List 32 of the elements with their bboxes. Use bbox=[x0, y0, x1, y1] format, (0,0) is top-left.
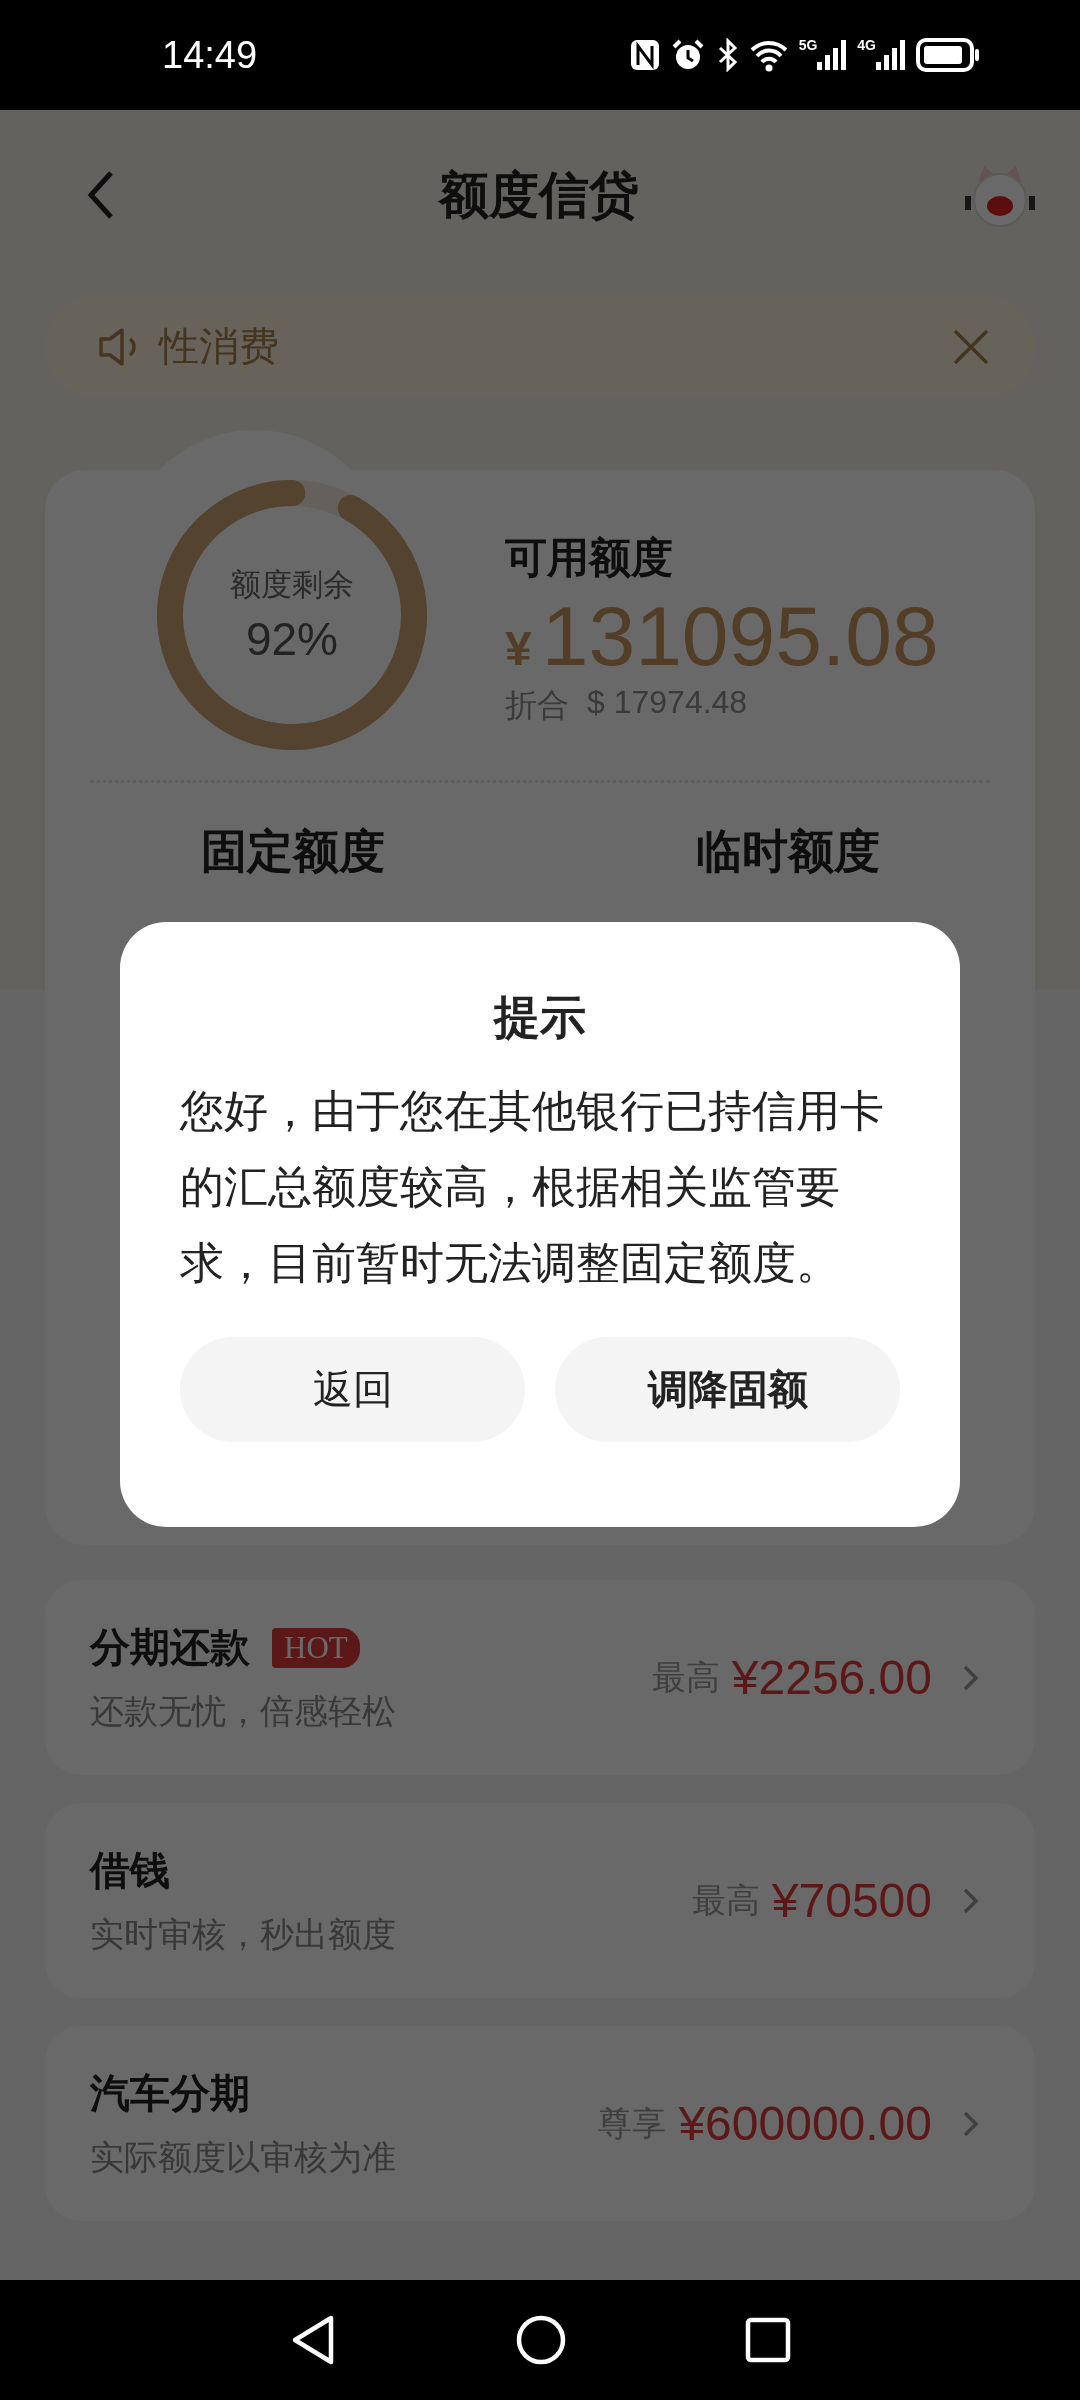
section-heading: 固定额度 bbox=[200, 825, 385, 877]
chevron-right-icon bbox=[962, 1886, 980, 1915]
dialog-button[interactable]: 返回 bbox=[180, 1337, 525, 1442]
clock: 14:49 bbox=[162, 33, 259, 77]
dialog-title: 提示 bbox=[494, 990, 586, 1045]
currency-symbol: ¥ bbox=[505, 621, 532, 676]
ring-label: 额度剩余 bbox=[230, 566, 354, 604]
price-amount: ¥600000.00 bbox=[678, 2096, 932, 2151]
section-heading: 临时额度 bbox=[695, 825, 880, 877]
wifi-icon bbox=[748, 38, 789, 72]
price-amount: ¥2256.00 bbox=[731, 1650, 932, 1705]
product-title: 汽车分期 bbox=[90, 2070, 250, 2117]
available-amount: 131095.08 bbox=[541, 592, 939, 681]
dialog-message: 您好，由于您在其他银行已持信用卡的汇总额度较高，根据相关监管要求，目前暂时无法调整固定额度。 bbox=[180, 1085, 885, 1289]
ring-value: 92% bbox=[245, 612, 339, 666]
network-label: 5G bbox=[798, 38, 818, 52]
chevron-right-icon bbox=[962, 2109, 980, 2138]
price-amount: ¥70500 bbox=[771, 1873, 932, 1928]
notice-text: 性消费 bbox=[159, 323, 280, 370]
network-label: 4G bbox=[857, 38, 876, 52]
page-title: 额度信贷 bbox=[438, 165, 639, 225]
hot-badge: HOT bbox=[272, 1627, 360, 1668]
battery-icon bbox=[916, 38, 980, 72]
signal-icon bbox=[876, 38, 906, 72]
dialog-button[interactable]: 调降固额 bbox=[555, 1337, 900, 1442]
product-title: 分期还款 bbox=[90, 1624, 250, 1671]
alarm-icon bbox=[670, 38, 705, 72]
product-title: 借钱 bbox=[90, 1847, 170, 1894]
nfc-icon bbox=[628, 38, 661, 72]
signal-icon bbox=[817, 38, 848, 72]
available-label: 可用额度 bbox=[505, 533, 674, 583]
chevron-right-icon bbox=[962, 1663, 980, 1692]
